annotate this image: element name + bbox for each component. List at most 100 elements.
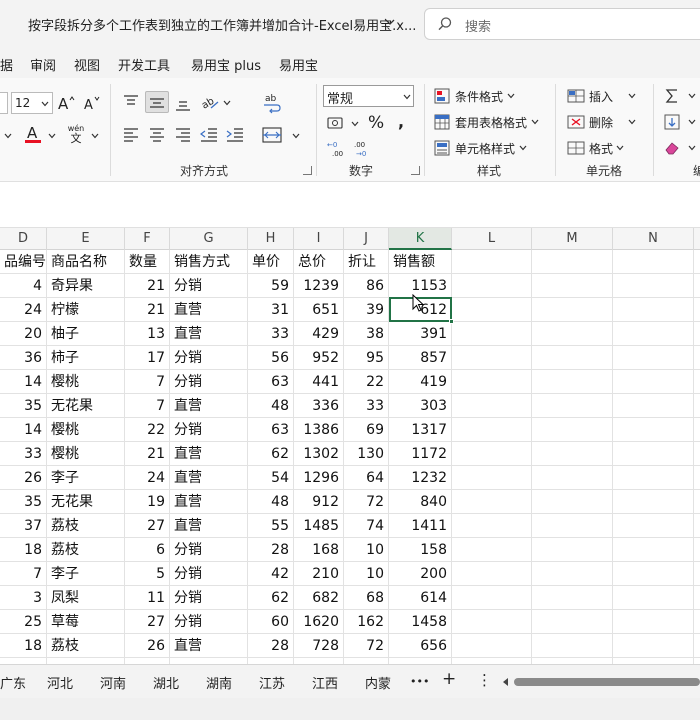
empty-cell[interactable] <box>613 274 694 298</box>
quantity-cell[interactable]: 21 <box>125 442 170 466</box>
empty-cell[interactable] <box>532 610 613 634</box>
empty-cell[interactable] <box>452 274 532 298</box>
discount-cell[interactable]: 130 <box>344 442 389 466</box>
quantity-cell[interactable]: 11 <box>125 586 170 610</box>
unit-price-cell[interactable]: 63 <box>248 370 294 394</box>
total-price-cell[interactable]: 1620 <box>294 610 344 634</box>
sheet-tab[interactable]: 内蒙 <box>365 673 391 692</box>
column-title-cell[interactable]: 数量 <box>125 250 170 274</box>
chevron-down-icon[interactable] <box>292 132 300 140</box>
sheet-tab[interactable]: 江西 <box>312 673 338 692</box>
column-header-h[interactable]: H <box>248 228 294 250</box>
quantity-cell[interactable]: 24 <box>125 466 170 490</box>
empty-cell[interactable] <box>452 346 532 370</box>
percent-style-icon[interactable]: % <box>367 113 385 131</box>
align-middle-button[interactable] <box>145 91 169 113</box>
clear-icon[interactable] <box>664 140 680 156</box>
sales-amount-cell[interactable]: 1232 <box>389 466 452 490</box>
quantity-cell[interactable]: 26 <box>125 634 170 658</box>
product-name-cell[interactable]: 柠檬 <box>47 298 125 322</box>
empty-cell[interactable] <box>452 298 532 322</box>
add-sheet-button[interactable]: + <box>442 669 456 689</box>
empty-cell[interactable] <box>452 394 532 418</box>
discount-cell[interactable]: 33 <box>344 394 389 418</box>
unit-price-cell[interactable]: 63 <box>248 418 294 442</box>
more-sheets-button[interactable]: ••• <box>410 675 429 688</box>
discount-cell[interactable]: 69 <box>344 418 389 442</box>
quantity-cell[interactable]: 7 <box>125 394 170 418</box>
empty-cell[interactable] <box>613 634 694 658</box>
orientation-icon[interactable]: ab <box>200 93 220 111</box>
format-cells-icon[interactable] <box>567 140 585 156</box>
empty-cell[interactable] <box>452 538 532 562</box>
total-price-cell[interactable]: 1485 <box>294 514 344 538</box>
product-name-cell[interactable]: 柚子 <box>47 322 125 346</box>
empty-cell[interactable] <box>532 298 613 322</box>
format-as-table-label[interactable]: 套用表格格式 <box>455 114 527 131</box>
discount-cell[interactable]: 64 <box>344 466 389 490</box>
product-id-cell[interactable]: 14 <box>0 370 47 394</box>
empty-cell[interactable] <box>452 514 532 538</box>
format-as-table-icon[interactable] <box>434 114 450 130</box>
sheet-tab[interactable]: 湖南 <box>206 673 232 692</box>
empty-cell[interactable] <box>613 394 694 418</box>
sales-amount-cell[interactable]: 656 <box>389 634 452 658</box>
sales-method-cell[interactable]: 直营 <box>170 514 248 538</box>
sales-amount-cell[interactable]: 1458 <box>389 610 452 634</box>
tab-view[interactable]: 视图 <box>74 55 100 74</box>
total-price-cell[interactable]: 441 <box>294 370 344 394</box>
unit-price-cell[interactable]: 48 <box>248 394 294 418</box>
column-title-cell[interactable]: 销售额 <box>389 250 452 274</box>
empty-cell[interactable] <box>532 634 613 658</box>
product-id-cell[interactable]: 26 <box>0 466 47 490</box>
formula-bar[interactable] <box>0 182 700 228</box>
quantity-cell[interactable]: 5 <box>125 562 170 586</box>
quantity-cell[interactable]: 27 <box>125 514 170 538</box>
empty-cell[interactable] <box>532 274 613 298</box>
increase-font-icon[interactable]: A <box>57 94 75 112</box>
column-title-cell[interactable]: 商品名称 <box>47 250 125 274</box>
unit-price-cell[interactable]: 62 <box>248 586 294 610</box>
empty-cell[interactable] <box>613 562 694 586</box>
decrease-font-icon[interactable]: A <box>83 94 101 112</box>
product-id-cell[interactable]: 36 <box>0 346 47 370</box>
chevron-down-icon[interactable] <box>507 92 515 100</box>
quantity-cell[interactable]: 7 <box>125 370 170 394</box>
sales-method-cell[interactable]: 分销 <box>170 370 248 394</box>
sales-amount-cell[interactable]: 857 <box>389 346 452 370</box>
total-price-cell[interactable]: 1386 <box>294 418 344 442</box>
total-price-cell[interactable]: 210 <box>294 562 344 586</box>
product-name-cell[interactable]: 奇异果 <box>47 274 125 298</box>
empty-cell[interactable] <box>532 370 613 394</box>
empty-cell[interactable] <box>452 634 532 658</box>
fill-icon[interactable] <box>664 114 680 130</box>
quantity-cell[interactable]: 27 <box>125 610 170 634</box>
total-price-cell[interactable]: 728 <box>294 634 344 658</box>
column-header-n[interactable]: N <box>613 228 694 250</box>
empty-cell[interactable] <box>613 466 694 490</box>
quantity-cell[interactable]: 21 <box>125 298 170 322</box>
discount-cell[interactable]: 162 <box>344 610 389 634</box>
quantity-cell[interactable]: 6 <box>125 538 170 562</box>
sheet-tab[interactable]: 河北 <box>47 673 73 692</box>
quantity-cell[interactable]: 17 <box>125 346 170 370</box>
conditional-format-label[interactable]: 条件格式 <box>455 88 503 105</box>
empty-cell[interactable] <box>532 538 613 562</box>
discount-cell[interactable]: 68 <box>344 586 389 610</box>
discount-cell[interactable]: 86 <box>344 274 389 298</box>
sales-method-cell[interactable]: 直营 <box>170 634 248 658</box>
unit-price-cell[interactable]: 62 <box>248 442 294 466</box>
empty-cell[interactable] <box>613 346 694 370</box>
number-format-select[interactable]: 常规 <box>323 85 414 107</box>
align-center-icon[interactable] <box>149 127 165 143</box>
empty-cell[interactable] <box>613 442 694 466</box>
sales-amount-cell[interactable]: 1172 <box>389 442 452 466</box>
empty-cell[interactable] <box>452 610 532 634</box>
unit-price-cell[interactable]: 59 <box>248 274 294 298</box>
product-id-cell[interactable]: 4 <box>0 274 47 298</box>
chevron-down-icon[interactable] <box>688 92 696 100</box>
horizontal-scrollbar[interactable] <box>500 675 700 689</box>
total-price-cell[interactable]: 651 <box>294 298 344 322</box>
empty-cell[interactable] <box>532 490 613 514</box>
product-name-cell[interactable]: 荔枝 <box>47 538 125 562</box>
